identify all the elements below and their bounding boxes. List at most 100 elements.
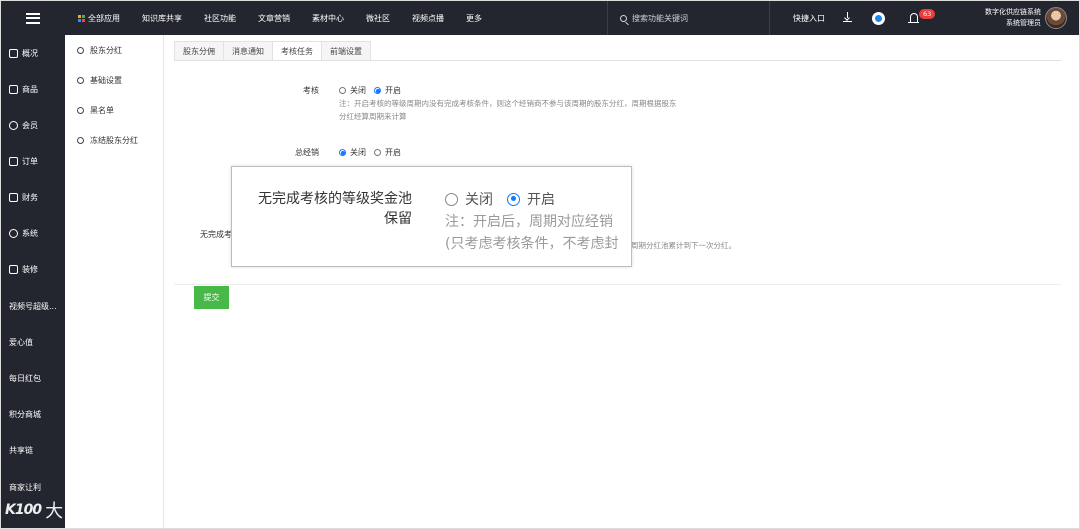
- subnav-label: 黑名单: [90, 106, 114, 115]
- search-placeholder: 搜索功能关键词: [632, 13, 688, 23]
- topnav-label: 全部应用: [88, 13, 120, 23]
- bell-icon[interactable]: [908, 13, 919, 23]
- main-sidebar: 概况 商品 会员 订单 财务 系统 装修 视频号超级... 爱心值 每日红包 积…: [1, 35, 65, 528]
- sidebar-item-love-value[interactable]: 爱心值: [9, 337, 33, 348]
- sidebar-item-label: 系统: [22, 229, 38, 238]
- topnav-item-knowledge[interactable]: 知识库共享: [142, 13, 182, 24]
- topnav-item-video-on-demand[interactable]: 视频点播: [412, 13, 444, 24]
- assessment-radio-off[interactable]: 关闭: [339, 85, 366, 96]
- tab-frontend-settings[interactable]: 前端设置: [321, 41, 371, 61]
- apps-grid-icon: [78, 14, 85, 22]
- radio-icon: [339, 87, 346, 94]
- sub-sidebar: 股东分红 基础设置 黑名单 冻结股东分红: [65, 35, 164, 528]
- sidebar-item-merchant-discount[interactable]: 商家让利: [9, 482, 41, 493]
- zoom-radio-group: 关闭 开启: [445, 189, 569, 209]
- submit-button[interactable]: 提交: [194, 286, 229, 309]
- zoom-label-line2: 保留: [384, 211, 412, 227]
- circle-icon: [77, 77, 84, 84]
- sidebar-item-members[interactable]: 会员: [9, 120, 38, 131]
- general-distributor-radio-on[interactable]: 开启: [374, 147, 401, 158]
- pool-keep-note: 周期分红池累计到下一次分红。: [631, 241, 736, 250]
- cart-icon: [9, 157, 18, 166]
- top-nav: 全部应用 知识库共享 社区功能 文章营销 素材中心 微社区 视频点播 更多: [65, 1, 491, 35]
- tab-message-notification[interactable]: 消息通知: [223, 41, 272, 61]
- radio-label: 关闭: [350, 148, 366, 157]
- watermark-logo-icon: K100: [5, 502, 42, 518]
- sidebar-item-label: 装修: [22, 265, 38, 274]
- assessment-note: 注：开启考核的等级周期内没有完成考核条件，则这个经销商不参与该周期的股东分红，周…: [339, 97, 677, 123]
- sidebar-item-label: 商品: [22, 85, 38, 94]
- watermark-text: 大数跨境: [45, 501, 122, 522]
- hamburger-icon: [26, 12, 40, 24]
- tab-assessment-task[interactable]: 考核任务: [272, 41, 321, 61]
- circle-icon: [77, 47, 84, 54]
- topnav-item-all-apps[interactable]: 全部应用: [78, 13, 120, 24]
- subnav-label: 股东分红: [90, 46, 122, 55]
- topnav-item-article-marketing[interactable]: 文章营销: [258, 13, 290, 24]
- tab-shareholder-commission[interactable]: 股东分佣: [174, 41, 223, 61]
- tab-bar: 股东分佣 消息通知 考核任务 前端设置: [174, 41, 371, 61]
- avatar[interactable]: [1045, 7, 1067, 29]
- pool-keep-radio-on[interactable]: 开启: [507, 189, 555, 209]
- gear-icon: [9, 229, 18, 238]
- sidebar-item-label: 会员: [22, 121, 38, 130]
- subnav-item-dividend[interactable]: 股东分红: [77, 45, 122, 56]
- general-distributor-radio-off[interactable]: 关闭: [339, 147, 366, 158]
- assessment-note-line2: 分红经算周期来计算: [339, 112, 407, 121]
- radio-selected-icon: [339, 149, 346, 156]
- radio-label: 开启: [385, 148, 401, 157]
- pool-keep-radio-off[interactable]: 关闭: [445, 189, 493, 209]
- subnav-label: 冻结股东分红: [90, 136, 138, 145]
- preview-eye-icon[interactable]: [872, 12, 885, 25]
- sidebar-item-label: 订单: [22, 157, 38, 166]
- pool-keep-label: 无完成考: [200, 230, 232, 239]
- subnav-item-basic-settings[interactable]: 基础设置: [77, 75, 122, 86]
- sidebar-item-orders[interactable]: 订单: [9, 156, 38, 167]
- topnav-item-material-center[interactable]: 素材中心: [312, 13, 344, 24]
- sidebar-item-finance[interactable]: 财务: [9, 192, 38, 203]
- zoom-note-line2: (只考虑考核条件，不考虑封: [445, 236, 619, 252]
- assessment-note-line1: 注：开启考核的等级周期内没有完成考核条件，则这个经销商不参与该周期的股东分红，周…: [339, 99, 677, 108]
- menu-toggle-button[interactable]: [1, 1, 65, 35]
- sidebar-item-overview[interactable]: 概况: [9, 48, 38, 59]
- topnav-item-community[interactable]: 社区功能: [204, 13, 236, 24]
- app-window: 全部应用 知识库共享 社区功能 文章营销 素材中心 微社区 视频点播 更多 搜索…: [0, 0, 1080, 529]
- sidebar-item-daily-redpacket[interactable]: 每日红包: [9, 373, 41, 384]
- radio-label: 关闭: [465, 192, 493, 208]
- search-input[interactable]: 搜索功能关键词: [607, 1, 770, 35]
- sidebar-item-video-super[interactable]: 视频号超级...: [9, 301, 57, 312]
- form-divider: [174, 284, 1061, 285]
- topnav-item-micro-community[interactable]: 微社区: [366, 13, 390, 24]
- download-icon[interactable]: [843, 12, 852, 22]
- circle-icon: [77, 107, 84, 114]
- general-distributor-radio-group: 关闭 开启: [339, 147, 409, 158]
- quick-entry-button[interactable]: 快捷入口: [793, 13, 825, 24]
- radio-selected-icon: [507, 192, 520, 206]
- assessment-radio-on[interactable]: 开启: [374, 85, 401, 96]
- user-info[interactable]: 数字化供应链系统 系统管理员: [985, 7, 1041, 29]
- sidebar-item-points-mall[interactable]: 积分商城: [9, 409, 41, 420]
- dashboard-icon: [9, 49, 18, 58]
- radio-icon: [445, 192, 458, 206]
- zoom-label-line1: 无完成考核的等级奖金池: [258, 191, 412, 207]
- sidebar-item-system[interactable]: 系统: [9, 228, 38, 239]
- sidebar-item-label: 财务: [22, 193, 38, 202]
- sidebar-item-goods[interactable]: 商品: [9, 84, 38, 95]
- user-role: 系统管理员: [1006, 19, 1041, 27]
- watermark: K100 大数跨境: [5, 497, 121, 523]
- sidebar-item-decoration[interactable]: 装修: [9, 264, 38, 275]
- member-icon: [9, 121, 18, 130]
- tab-divider: [174, 60, 1061, 61]
- subnav-item-blacklist[interactable]: 黑名单: [77, 105, 114, 116]
- assessment-radio-group: 关闭 开启: [339, 85, 409, 96]
- sidebar-item-share-chain[interactable]: 共享链: [9, 445, 33, 456]
- topnav-item-more[interactable]: 更多: [466, 13, 482, 24]
- finance-icon: [9, 193, 18, 202]
- search-icon: [620, 14, 627, 22]
- circle-icon: [77, 137, 84, 144]
- zoom-callout: 无完成考核的等级奖金池 保留 关闭 开启 注：开启后，周期对应经销 (只考虑考核…: [231, 166, 632, 267]
- zoom-field-label: 无完成考核的等级奖金池 保留: [232, 189, 412, 229]
- brush-icon: [9, 265, 18, 274]
- subnav-item-frozen-dividend[interactable]: 冻结股东分红: [77, 135, 138, 146]
- goods-icon: [9, 85, 18, 94]
